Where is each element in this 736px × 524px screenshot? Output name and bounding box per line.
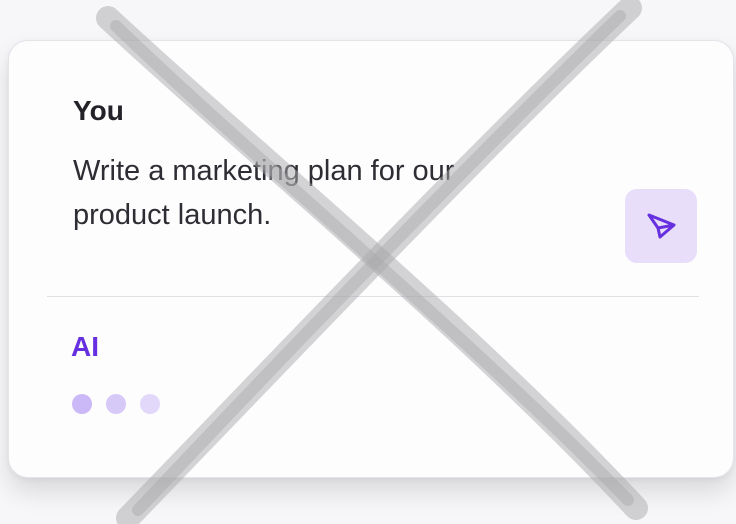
user-label: You (73, 95, 124, 126)
paper-plane-icon (646, 212, 676, 240)
typing-dot (72, 394, 92, 414)
divider (47, 296, 699, 297)
send-button[interactable] (625, 189, 697, 263)
typing-dot (106, 394, 126, 414)
typing-indicator (72, 394, 160, 414)
typing-dot (140, 394, 160, 414)
chat-card: You Write a marketing plan for our produ… (8, 40, 734, 478)
ai-label: AI (71, 331, 99, 362)
user-message: Write a marketing plan for our product l… (73, 155, 455, 231)
